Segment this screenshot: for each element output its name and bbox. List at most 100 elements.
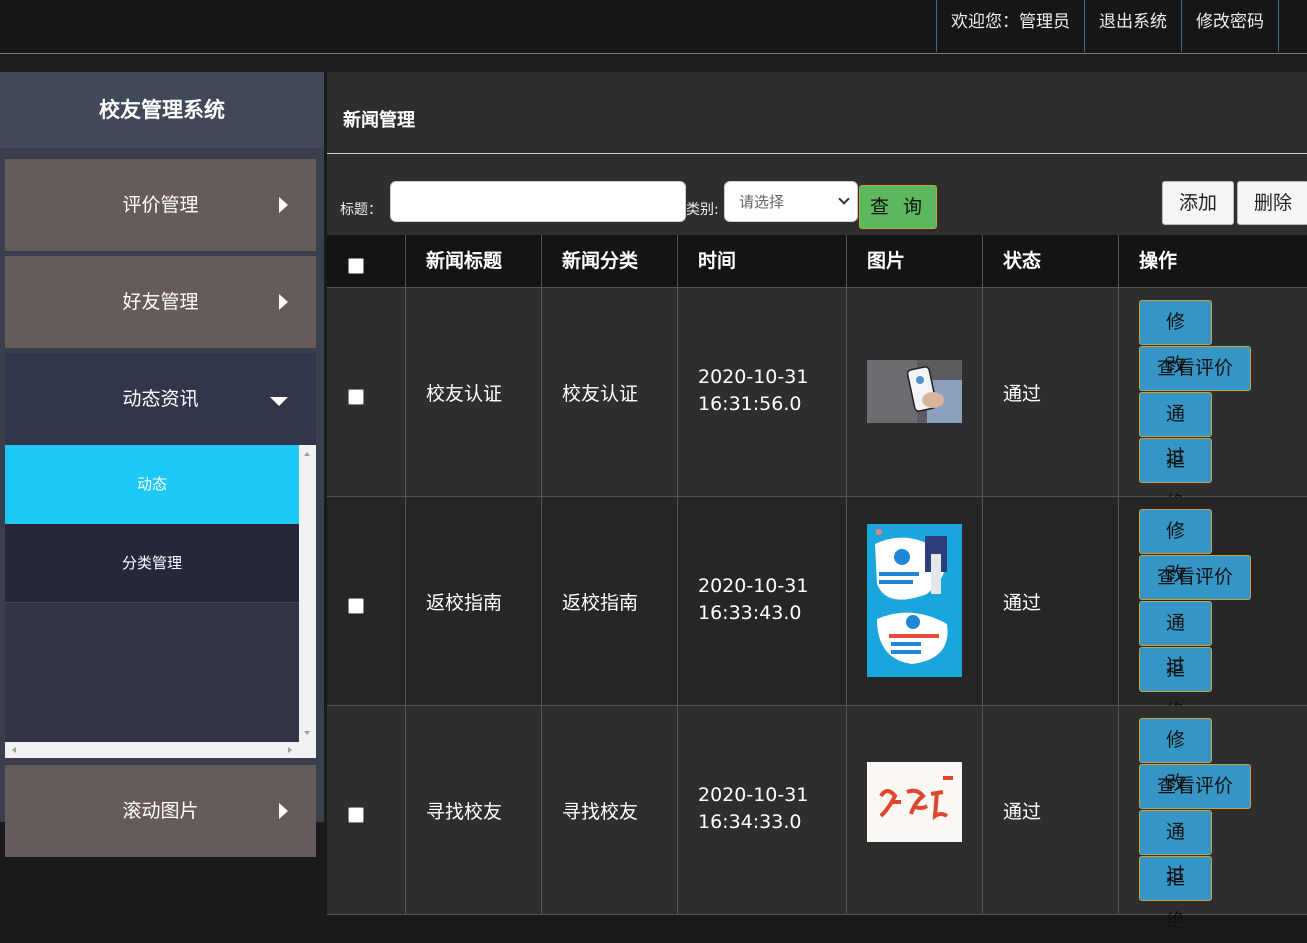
category-cell: 返校指南 [542, 497, 678, 705]
row-select-cell [327, 706, 406, 914]
header-status: 状态 [983, 235, 1119, 287]
search-toolbar: 标题： 类别: 请选择 查 询 添加 删除 [327, 180, 1307, 232]
news-category: 寻找校友 [562, 801, 639, 823]
news-thumbnail[interactable] [867, 762, 962, 842]
row-checkbox[interactable] [348, 807, 364, 823]
sidebar-item-slides[interactable]: 滚动图片 [5, 765, 316, 857]
top-bar: 欢迎您：管理员 退出系统 修改密码 [0, 0, 1307, 54]
reject-button[interactable]: 拒绝 [1139, 856, 1212, 932]
status-text: 通过 [1003, 592, 1042, 614]
header-select-cell [327, 235, 406, 287]
status-cell: 通过 [983, 706, 1119, 914]
category-cell: 寻找校友 [542, 706, 678, 914]
status-text: 通过 [1003, 383, 1042, 405]
time-cell: 2020-10-31 16:34:33.0 [678, 706, 847, 914]
row-select-cell [327, 288, 406, 496]
row-checkbox[interactable] [348, 389, 364, 405]
title-cell: 返校指南 [406, 497, 542, 705]
reject-button[interactable]: 拒绝 [1139, 647, 1212, 723]
caret-right-icon [279, 197, 288, 213]
approve-button[interactable]: 通过 [1139, 392, 1212, 468]
table-row: 校友认证 校友认证 2020-10-31 16:31:56.0 通过 修 查看评… [327, 288, 1307, 514]
view-reviews-button[interactable]: 查看评价 [1139, 346, 1251, 391]
horizontal-scrollbar[interactable] [5, 742, 316, 758]
submenu-frame: 动态 分类管理 [5, 445, 316, 758]
caret-right-icon [279, 294, 288, 310]
actions-cell: 修改 查看评价 通过 拒绝 [1119, 288, 1307, 514]
header-category: 新闻分类 [542, 235, 678, 287]
calligraphy-poster-image [867, 762, 962, 842]
news-thumbnail[interactable] [867, 360, 962, 423]
main-panel: 新闻管理 标题： 类别: 请选择 查 询 添加 删除 新闻标题 新闻分类 时间 … [327, 72, 1307, 932]
caret-right-icon [279, 803, 288, 819]
scroll-down-icon[interactable] [304, 731, 310, 735]
category-select[interactable]: 请选择 [724, 181, 858, 222]
title-cell: 校友认证 [406, 288, 542, 496]
news-date: 2020-10-31 [698, 784, 809, 806]
top-nav: 欢迎您：管理员 退出系统 修改密码 [936, 0, 1279, 52]
app-title: 校友管理系统 [0, 72, 324, 148]
add-button[interactable]: 添加 [1162, 181, 1234, 225]
approve-button[interactable]: 通过 [1139, 810, 1212, 886]
sidebar-item-label: 好友管理 [122, 291, 199, 313]
chevron-down-icon [838, 193, 850, 205]
submenu-item-news[interactable]: 动态 [5, 445, 299, 524]
header-image: 图片 [847, 235, 983, 287]
news-title: 校友认证 [426, 383, 503, 405]
header-time: 时间 [678, 235, 847, 287]
title-search-input[interactable] [390, 181, 686, 222]
sidebar-item-friends[interactable]: 好友管理 [5, 256, 316, 348]
image-cell [847, 288, 983, 496]
news-time: 16:33:43.0 [698, 602, 802, 624]
edit-button[interactable]: 修改 [1139, 509, 1212, 585]
approve-button[interactable]: 通过 [1139, 601, 1212, 677]
status-cell: 通过 [983, 497, 1119, 705]
guide-poster-image [867, 524, 962, 677]
category-select-value: 请选择 [739, 193, 785, 211]
news-time: 16:31:56.0 [698, 393, 802, 415]
table-row: 寻找校友 寻找校友 2020-10-31 16:34:33.0 通过 修 查看评… [327, 706, 1307, 932]
scroll-left-icon[interactable] [12, 747, 16, 753]
image-cell [847, 497, 983, 705]
select-all-checkbox[interactable] [348, 258, 364, 274]
news-category: 校友认证 [562, 383, 639, 405]
view-reviews-button[interactable]: 查看评价 [1139, 764, 1251, 809]
category-cell: 校友认证 [542, 288, 678, 496]
news-title: 寻找校友 [426, 801, 503, 823]
submenu-item-categories[interactable]: 分类管理 [5, 524, 299, 603]
news-title: 返校指南 [426, 592, 503, 614]
actions-cell: 修改 查看评价 通过 拒绝 [1119, 706, 1307, 932]
time-cell: 2020-10-31 16:31:56.0 [678, 288, 847, 496]
logout-link[interactable]: 退出系统 [1085, 0, 1182, 52]
news-date: 2020-10-31 [698, 575, 809, 597]
news-time: 16:34:33.0 [698, 811, 802, 833]
news-category: 返校指南 [562, 592, 639, 614]
news-date: 2020-10-31 [698, 366, 809, 388]
edit-button[interactable]: 修改 [1139, 718, 1212, 794]
actions-cell: 修改 查看评价 通过 拒绝 [1119, 497, 1307, 723]
news-thumbnail[interactable] [867, 524, 962, 677]
phone-photo-image [867, 360, 962, 423]
edit-button[interactable]: 修改 [1139, 300, 1212, 376]
time-cell: 2020-10-31 16:33:43.0 [678, 497, 847, 705]
view-reviews-button[interactable]: 查看评价 [1139, 555, 1251, 600]
scroll-up-icon[interactable] [304, 452, 310, 456]
caret-down-icon [270, 397, 288, 406]
image-cell [847, 706, 983, 914]
vertical-scrollbar[interactable] [299, 445, 316, 742]
header-actions: 操作 [1139, 250, 1178, 272]
change-password-link[interactable]: 修改密码 [1182, 0, 1279, 52]
delete-button[interactable]: 删除 [1237, 181, 1307, 225]
reject-button[interactable]: 拒绝 [1139, 438, 1212, 514]
sidebar-item-reviews[interactable]: 评价管理 [5, 159, 316, 251]
status-text: 通过 [1003, 801, 1042, 823]
table-header-row: 新闻标题 新闻分类 时间 图片 状态 操作 [327, 235, 1307, 288]
query-button[interactable]: 查 询 [859, 185, 937, 229]
row-checkbox[interactable] [348, 598, 364, 614]
title-cell: 寻找校友 [406, 706, 542, 914]
sidebar-item-news[interactable]: 动态资讯 [5, 353, 316, 445]
top-gap [0, 55, 1307, 72]
scroll-right-icon[interactable] [288, 747, 292, 753]
sidebar: 校友管理系统 评价管理 好友管理 动态资讯 动态 分类管理 滚动图片 [0, 72, 324, 857]
welcome-text: 欢迎您：管理员 [937, 0, 1085, 52]
